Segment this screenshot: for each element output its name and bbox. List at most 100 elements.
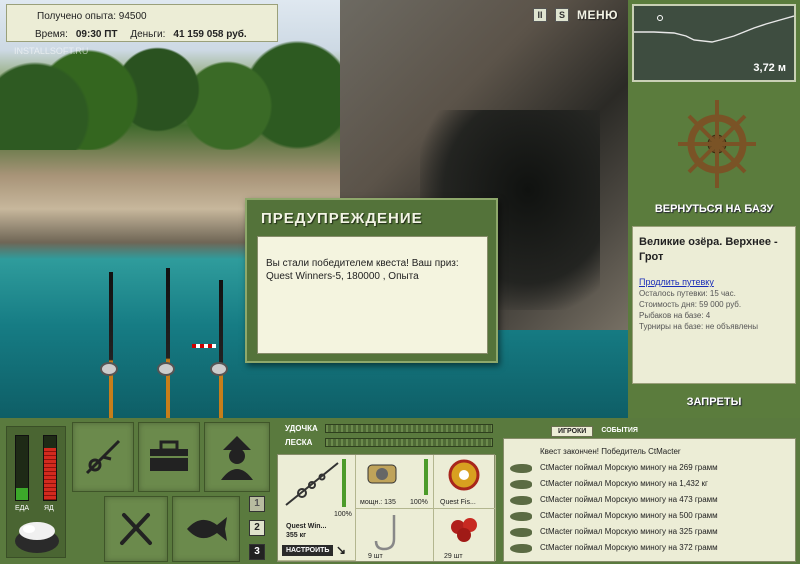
rod-name: Quest Win... bbox=[286, 523, 327, 530]
tournaments-status: Турниры на базе: не объявлены bbox=[639, 322, 758, 331]
events-panel: ИГРОКИ СОБЫТИЯ Квест закончен! Победител… bbox=[503, 422, 796, 562]
bite-indicator bbox=[192, 344, 216, 348]
location-title: Великие озёра. Верхнее - Грот bbox=[639, 236, 778, 263]
reel-3-icon bbox=[210, 362, 228, 376]
poison-meter bbox=[43, 435, 57, 501]
rod-icon bbox=[85, 439, 121, 475]
tackle-grid: 100% Quest Win... 355 кг НАСТРОИТЬ ↘ мощ… bbox=[277, 454, 496, 562]
experience-label: Получено опыта: bbox=[37, 11, 116, 22]
extend-pass-link[interactable]: Продлить путевку bbox=[639, 277, 789, 287]
tab-events[interactable]: СОБЫТИЯ bbox=[595, 426, 644, 437]
tackle-panel: УДОЧКА ЛЕСКА 100% Quest Win... 355 кг НА… bbox=[277, 422, 496, 562]
list-item: CtMacter поймал Морскую миногу на 372 гр… bbox=[510, 541, 790, 557]
adjust-button[interactable]: НАСТРОИТЬ bbox=[282, 545, 334, 556]
line-tension-bar bbox=[325, 438, 493, 447]
dialog-message: Вы стали победителем квеста! Ваш приз: Q… bbox=[266, 258, 459, 282]
tackle-box-slot[interactable] bbox=[138, 422, 200, 492]
player-info-panel: Получено опыта: 94500 Время: 09:30 ПТ Ден… bbox=[6, 4, 278, 42]
day-cost: Стоимость дня: 59 000 руб. bbox=[639, 300, 742, 309]
bans-button[interactable]: ЗАПРЕТЫ bbox=[628, 396, 800, 408]
forest bbox=[0, 40, 350, 150]
reel-icon bbox=[367, 464, 397, 484]
anglers-count: Рыбаков на базе: 4 bbox=[639, 311, 711, 320]
hook-cell[interactable]: 9 шт bbox=[356, 509, 434, 561]
time-value: 09:30 ПТ bbox=[75, 29, 118, 40]
time-label: Время: bbox=[35, 29, 68, 40]
fish-icon bbox=[510, 528, 532, 537]
fishing-rod-1[interactable] bbox=[109, 272, 113, 418]
events-header: Квест закончен! Победитель CtMacter bbox=[540, 447, 681, 456]
poison-meter-fill bbox=[44, 447, 56, 500]
bottom-panel: ЕДА ЯД 1 2 3 УДОЧКА ЛЕСКА 100% Quest Win… bbox=[0, 418, 800, 564]
food-meter bbox=[15, 435, 29, 501]
depth-map[interactable]: 3,72 м bbox=[632, 4, 796, 82]
rod-icon bbox=[285, 462, 339, 506]
list-item: CtMacter поймал Морскую миногу на 269 гр… bbox=[510, 461, 790, 477]
reel-1-icon bbox=[100, 362, 118, 376]
ship-wheel-icon[interactable] bbox=[676, 94, 758, 194]
reel-power: мощн.: 135 bbox=[360, 499, 396, 506]
pot-icon[interactable] bbox=[11, 517, 63, 555]
fishing-rod-3[interactable] bbox=[219, 280, 223, 418]
top-controls: II S МЕНЮ bbox=[532, 8, 618, 22]
fish-icon bbox=[510, 512, 532, 521]
food-slot[interactable] bbox=[104, 496, 168, 562]
fork-knife-icon bbox=[120, 513, 152, 545]
experience-value: 94500 bbox=[118, 11, 147, 22]
reel-condition-bar bbox=[424, 459, 428, 495]
food-label: ЕДА bbox=[15, 505, 30, 512]
depth-value: 3,72 м bbox=[753, 62, 786, 74]
fish-icon bbox=[187, 517, 227, 541]
reel-cell[interactable]: мощн.: 135 100% bbox=[356, 455, 434, 509]
food-meter-fill bbox=[16, 488, 28, 500]
rod-weight: 355 кг bbox=[286, 532, 307, 539]
return-to-base-button[interactable]: ВЕРНУТЬСЯ НА БАЗУ bbox=[628, 203, 800, 215]
poison-label: ЯД bbox=[44, 505, 54, 512]
hook-icon bbox=[374, 515, 396, 551]
fish-icon bbox=[510, 464, 532, 473]
reel-percent: 100% bbox=[410, 499, 428, 506]
list-item: CtMacter поймал Морскую миногу на 325 гр… bbox=[510, 525, 790, 541]
bait-count: 29 шт bbox=[444, 553, 463, 560]
dialog-message-box: Вы стали победителем квеста! Ваш приз: Q… bbox=[257, 236, 488, 354]
location-panel: Великие озёра. Верхнее - Грот Продлить п… bbox=[632, 226, 796, 384]
line-name: Quest Fis... bbox=[440, 499, 476, 506]
watermark: INSTALLSOFT.RU bbox=[14, 46, 89, 56]
page-3-button[interactable]: 3 bbox=[249, 544, 265, 560]
line-spool-icon bbox=[448, 459, 480, 491]
bait-cell[interactable]: 29 шт bbox=[434, 509, 496, 561]
tackle-box-icon bbox=[150, 440, 188, 471]
fish-cage-slot[interactable] bbox=[172, 496, 240, 562]
pause-button[interactable]: II bbox=[532, 8, 547, 22]
fisherman-icon bbox=[221, 436, 253, 480]
events-tabs: ИГРОКИ СОБЫТИЯ bbox=[551, 426, 644, 437]
character-slot[interactable] bbox=[204, 422, 270, 492]
hook-count: 9 шт bbox=[368, 553, 383, 560]
right-panel: 3,72 м ВЕРНУТЬСЯ НА БАЗУ Великие озёра. … bbox=[628, 0, 800, 418]
arrow-icon[interactable]: ↘ bbox=[336, 543, 346, 557]
events-list: Квест закончен! Победитель CtMacter CtMa… bbox=[503, 438, 796, 562]
pass-remaining: Осталось путевки: 15 час. bbox=[639, 289, 736, 298]
rod-tension-bar bbox=[325, 424, 493, 433]
status-meters: ЕДА ЯД bbox=[6, 426, 66, 558]
rods-slot[interactable] bbox=[72, 422, 134, 492]
money-value: 41 159 058 руб. bbox=[173, 29, 247, 40]
line-cell[interactable]: Quest Fis... bbox=[434, 455, 496, 509]
page-2-button[interactable]: 2 bbox=[249, 520, 265, 536]
money-label: Деньги: bbox=[130, 29, 166, 40]
rod-cell[interactable]: 100% Quest Win... 355 кг НАСТРОИТЬ ↘ bbox=[278, 455, 356, 561]
rod-label: УДОЧКА bbox=[285, 424, 318, 433]
tab-players[interactable]: ИГРОКИ bbox=[551, 426, 594, 437]
menu-button[interactable]: МЕНЮ bbox=[577, 8, 618, 22]
reel-2-icon bbox=[157, 362, 175, 376]
warning-dialog[interactable]: ПРЕДУПРЕЖДЕНИЕ Вы стали победителем квес… bbox=[245, 198, 498, 363]
list-item: CtMacter поймал Морскую миногу на 500 гр… bbox=[510, 509, 790, 525]
bait-icon bbox=[451, 518, 477, 542]
fishing-rod-2[interactable] bbox=[166, 268, 170, 418]
fish-icon bbox=[510, 480, 532, 489]
page-1-button[interactable]: 1 bbox=[249, 496, 265, 512]
sound-button[interactable]: S bbox=[554, 8, 569, 22]
fish-icon bbox=[510, 496, 532, 505]
rod-condition-bar bbox=[342, 459, 346, 507]
list-item: CtMacter поймал Морскую миногу на 1,432 … bbox=[510, 477, 790, 493]
